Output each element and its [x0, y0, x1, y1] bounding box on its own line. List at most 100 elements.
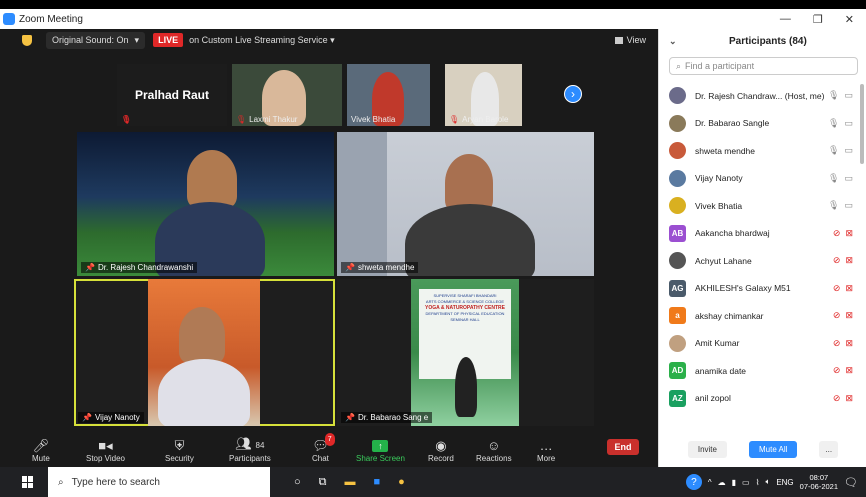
- participant-name: Laxmi Thakur: [249, 115, 298, 124]
- video-camera-off-icon[interactable]: ⊠: [845, 393, 853, 404]
- clock[interactable]: 08:07 07-06-2021: [800, 473, 838, 491]
- taskbar-search-placeholder: Type here to search: [71, 476, 160, 488]
- tile-name-label: 📌 Dr. Rajesh Chandrawanshi: [81, 262, 198, 273]
- video-tile-babarao[interactable]: SUPERVISE SHARAFI BHANDARI ARTS COMMERCE…: [337, 279, 594, 426]
- tray-chevron-up-icon[interactable]: ^: [708, 478, 712, 487]
- strip-tile-aryan-barole[interactable]: 🎙 Aryan Barole: [445, 64, 522, 126]
- microphone-muted-icon[interactable]: ⊘: [833, 283, 841, 294]
- language-indicator[interactable]: ENG: [776, 478, 793, 487]
- video-camera-off-icon[interactable]: ⊠: [845, 310, 853, 321]
- participant-row[interactable]: Vijay Nanoty 🎙︎ ▭: [659, 165, 859, 193]
- file-explorer-icon[interactable]: ▬: [345, 476, 356, 488]
- restore-button[interactable]: ❐: [813, 13, 823, 26]
- end-button[interactable]: End: [607, 439, 639, 455]
- microphone-muted-icon[interactable]: ⊘: [833, 228, 841, 239]
- live-stream-dropdown[interactable]: on Custom Live Streaming Service ▾: [189, 35, 335, 46]
- record-button[interactable]: ◉ Record: [428, 439, 454, 463]
- participants-button[interactable]: 👥︎ 84 Participants: [229, 437, 271, 463]
- avatar: a: [669, 307, 686, 325]
- invite-button[interactable]: Invite: [687, 441, 727, 458]
- notifications-icon[interactable]: 🗨︎: [844, 476, 858, 489]
- microphone-icon[interactable]: 🎙︎: [828, 200, 839, 211]
- video-camera-icon[interactable]: ▭: [844, 90, 853, 101]
- participant-row[interactable]: Dr. Babarao Sangle 🎙︎ ▭: [659, 110, 859, 138]
- chrome-icon[interactable]: ●: [398, 476, 405, 488]
- participant-status-icons: ⊘ ⊠: [833, 255, 853, 266]
- task-view-icon[interactable]: ⧉: [319, 476, 327, 489]
- security-button[interactable]: ⛨ Security: [165, 439, 194, 463]
- share-screen-button[interactable]: ↑ Share Screen: [356, 440, 405, 463]
- participant-row[interactable]: a akshay chimankar ⊘ ⊠: [659, 302, 859, 330]
- cortana-icon[interactable]: ○: [294, 476, 301, 488]
- mute-button[interactable]: 🎤︎ Mute: [32, 439, 50, 463]
- chat-button[interactable]: 💬︎ 7 Chat: [312, 433, 335, 463]
- next-page-button[interactable]: ›: [564, 85, 582, 103]
- more-button[interactable]: … More: [537, 439, 555, 463]
- participant-name: Vivek Bhatia: [695, 200, 743, 211]
- microphone-muted-icon[interactable]: ⊘: [833, 310, 841, 321]
- participant-row[interactable]: Achyut Lahane ⊘ ⊠: [659, 247, 859, 275]
- participant-row[interactable]: AD anamika date ⊘ ⊠: [659, 357, 859, 385]
- security-label: Security: [165, 454, 194, 463]
- microphone-muted-icon[interactable]: ⊘: [833, 365, 841, 376]
- windows-start-icon[interactable]: [22, 476, 34, 488]
- video-camera-icon[interactable]: ▭: [844, 200, 853, 211]
- strip-tile-vivek-bhatia[interactable]: Vivek Bhatia: [347, 64, 430, 126]
- video-camera-off-icon[interactable]: ⊠: [845, 338, 853, 349]
- background-door: [337, 132, 387, 276]
- shield-icon[interactable]: [22, 34, 32, 46]
- original-sound-toggle[interactable]: Original Sound: On ▾: [46, 31, 146, 49]
- microphone-muted-icon[interactable]: ⊘: [833, 338, 841, 349]
- network-icon[interactable]: ▮: [732, 478, 736, 487]
- video-tile-rajesh[interactable]: 📌 Dr. Rajesh Chandrawanshi: [77, 132, 334, 276]
- microphone-icon[interactable]: 🎙︎: [828, 145, 839, 156]
- participant-row[interactable]: AZ anil zopol ⊘ ⊠: [659, 385, 859, 413]
- minimize-button[interactable]: —: [780, 13, 791, 26]
- panel-scrollbar[interactable]: [860, 84, 864, 164]
- cloud-icon[interactable]: ☁: [718, 478, 726, 487]
- video-camera-icon[interactable]: ▭: [844, 145, 853, 156]
- zoom-app-icon[interactable]: ■: [374, 476, 381, 488]
- more-options-button[interactable]: ...: [819, 441, 839, 458]
- taskbar-search-box[interactable]: ⌕ Type here to search: [48, 467, 270, 497]
- participant-row[interactable]: Vivek Bhatia 🎙︎ ▭: [659, 192, 859, 220]
- participant-row[interactable]: Amit Kumar ⊘ ⊠: [659, 330, 859, 358]
- participant-row[interactable]: AG AKHILESH's Galaxy M51 ⊘ ⊠: [659, 275, 859, 303]
- participant-row[interactable]: Dr. Rajesh Chandraw... (Host, me) 🎙︎ ▭: [659, 82, 859, 110]
- video-camera-icon[interactable]: ▭: [844, 118, 853, 129]
- battery-icon[interactable]: ▭: [742, 478, 750, 487]
- video-camera-icon[interactable]: ▭: [844, 173, 853, 184]
- stop-video-button[interactable]: ■◂ Stop Video: [86, 439, 125, 463]
- reactions-button[interactable]: ☺ Reactions: [476, 439, 512, 463]
- microphone-muted-icon[interactable]: ⊘: [833, 255, 841, 266]
- video-camera-off-icon[interactable]: ⊠: [845, 255, 853, 266]
- mute-all-button[interactable]: Mute All: [748, 441, 798, 458]
- microphone-muted-icon[interactable]: ⊘: [833, 393, 841, 404]
- volume-icon[interactable]: 🔈︎: [766, 477, 771, 487]
- participant-name: Dr. Babarao Sangle: [695, 118, 770, 129]
- avatar: [669, 114, 686, 132]
- live-badge[interactable]: LIVE: [153, 33, 184, 47]
- collapse-chevron-icon[interactable]: ⌄: [669, 36, 729, 47]
- chevron-down-icon: ▾: [330, 34, 335, 45]
- help-icon[interactable]: ?: [685, 474, 702, 490]
- wifi-icon[interactable]: ⌇: [756, 478, 760, 487]
- microphone-icon[interactable]: 🎙︎: [828, 118, 839, 129]
- tile-name-label: 📌 Vijay Nanoty: [78, 412, 144, 423]
- video-camera-off-icon[interactable]: ⊠: [845, 283, 853, 294]
- strip-tile-laxmi-thakur[interactable]: 🎙 Laxmi Thakur: [232, 64, 342, 126]
- strip-tile-pralhad-raut[interactable]: Pralhad Raut 🎙: [117, 64, 227, 126]
- participant-row[interactable]: shweta mendhe 🎙︎ ▭: [659, 137, 859, 165]
- video-camera-off-icon[interactable]: ⊠: [845, 365, 853, 376]
- video-tile-vijay[interactable]: 📌 Vijay Nanoty: [74, 279, 335, 426]
- participant-search-input[interactable]: ⌕ Find a participant: [669, 57, 858, 75]
- microphone-icon[interactable]: 🎙︎: [828, 173, 839, 184]
- microphone-icon[interactable]: 🎙︎: [828, 90, 839, 101]
- video-camera-off-icon[interactable]: ⊠: [845, 228, 853, 239]
- view-button[interactable]: View: [614, 35, 646, 45]
- video-tile-shweta[interactable]: 📌 shweta mendhe: [337, 132, 594, 276]
- participant-row[interactable]: AB Aakancha bhardwaj ⊘ ⊠: [659, 220, 859, 248]
- close-button[interactable]: ✕: [845, 13, 854, 26]
- original-sound-label: Original Sound: On: [52, 35, 129, 45]
- avatar: [669, 169, 686, 187]
